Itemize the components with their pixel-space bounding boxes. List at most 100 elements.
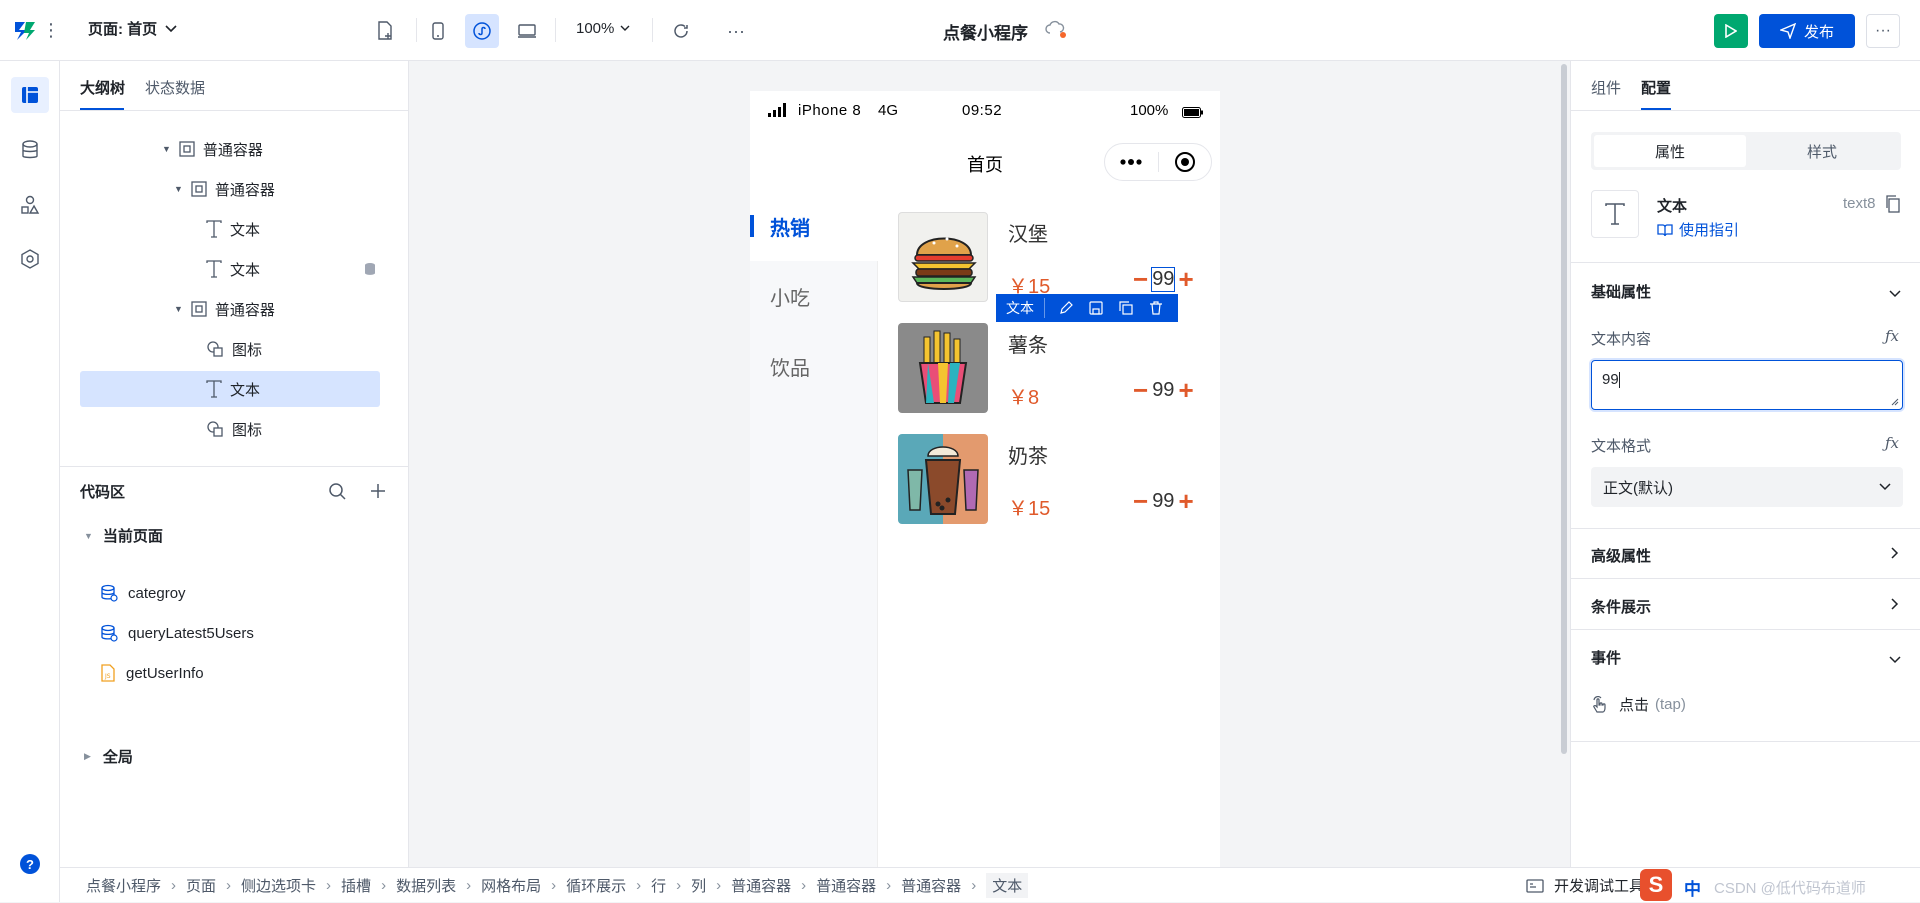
- divider: [416, 18, 417, 42]
- side-menu: 热销 小吃 饮品: [750, 191, 878, 867]
- publish-button[interactable]: 发布: [1759, 14, 1855, 48]
- breadcrumb-item[interactable]: 网格布局: [481, 875, 541, 896]
- page-selector[interactable]: 页面: 首页: [88, 18, 177, 39]
- more-options-button[interactable]: ···: [1866, 14, 1900, 48]
- breadcrumb-item[interactable]: 插槽: [341, 875, 371, 896]
- chevron-down-icon[interactable]: [1889, 285, 1901, 302]
- basic-props-title[interactable]: 基础属性: [1591, 281, 1651, 302]
- mobile-view-icon[interactable]: [422, 16, 454, 46]
- quantity-value[interactable]: 99: [1152, 490, 1174, 513]
- chevron-down-icon[interactable]: [1889, 651, 1901, 668]
- outline-panel: 大纲树 状态数据 ▼ 普通容器 ▼ 普通容器 文本 文本 ▼ 普通容器 图标 文本 图标 代码区 ▼…: [60, 61, 409, 867]
- breadcrumb-item[interactable]: 页面: [186, 875, 216, 896]
- breadcrumb-item[interactable]: 循环展示: [566, 875, 626, 896]
- delete-icon[interactable]: [1149, 301, 1163, 315]
- preview-button[interactable]: [1714, 14, 1748, 48]
- text-format-select[interactable]: 正文(默认): [1591, 467, 1903, 507]
- help-icon[interactable]: ?: [20, 854, 40, 874]
- event-sub: (tap): [1655, 696, 1686, 713]
- minus-icon[interactable]: −: [1133, 488, 1148, 514]
- code-item[interactable]: JS getUserInfo: [100, 655, 400, 691]
- code-item-label: getUserInfo: [126, 664, 204, 682]
- plus-icon[interactable]: +: [1178, 377, 1193, 403]
- code-item[interactable]: categroy: [100, 575, 400, 611]
- database-query-icon: [100, 624, 118, 642]
- refresh-icon[interactable]: [665, 16, 697, 46]
- tab-config[interactable]: 配置: [1641, 77, 1671, 98]
- canvas-scrollbar[interactable]: [1561, 64, 1567, 754]
- tab-components[interactable]: 组件: [1591, 77, 1621, 98]
- guide-link[interactable]: 使用指引: [1657, 219, 1739, 240]
- desktop-view-icon[interactable]: [510, 16, 544, 46]
- text-content-input[interactable]: 99: [1591, 360, 1903, 410]
- text-content-value: 99: [1602, 371, 1619, 388]
- outline-icon[interactable]: [11, 77, 49, 113]
- global-group[interactable]: ▶ 全局: [84, 746, 133, 767]
- breadcrumb-item[interactable]: 普通容器: [901, 875, 961, 896]
- components-icon[interactable]: [11, 187, 49, 223]
- code-item-label: categroy: [128, 584, 186, 602]
- menu-item-snack[interactable]: 小吃: [750, 261, 878, 331]
- ime-logo[interactable]: S: [1640, 869, 1672, 901]
- capsule-button[interactable]: [1104, 143, 1212, 181]
- devtools-button[interactable]: 开发调试工具: [1526, 868, 1644, 903]
- breadcrumb-item[interactable]: 普通容器: [816, 875, 876, 896]
- cloud-sync-icon[interactable]: [1045, 20, 1067, 42]
- segment-style[interactable]: 样式: [1746, 135, 1898, 167]
- resize-handle-icon[interactable]: [1891, 398, 1899, 406]
- add-page-icon[interactable]: [370, 16, 400, 46]
- quantity-value[interactable]: 99: [1151, 266, 1176, 292]
- breadcrumb-item[interactable]: 行: [651, 875, 666, 896]
- breadcrumb-item[interactable]: 普通容器: [731, 875, 791, 896]
- edit-icon[interactable]: [1059, 301, 1073, 315]
- plus-icon[interactable]: +: [1178, 266, 1193, 292]
- menu-item-drink[interactable]: 饮品: [750, 331, 878, 401]
- component-type-icon: [1591, 190, 1639, 238]
- app-menu-dots[interactable]: ⋮: [42, 18, 60, 42]
- chevron-right-icon[interactable]: [1891, 597, 1899, 614]
- food-item[interactable]: 薯条 ￥8 − 99 +: [898, 323, 1218, 433]
- app-logo[interactable]: [12, 16, 44, 44]
- minus-icon[interactable]: −: [1133, 266, 1148, 292]
- copy-icon[interactable]: [1119, 301, 1133, 315]
- copy-id-icon[interactable]: [1885, 195, 1901, 217]
- book-icon: [1657, 223, 1673, 237]
- breadcrumb-separator-icon: ›: [801, 877, 807, 894]
- breadcrumb-item[interactable]: 点餐小程序: [86, 875, 161, 896]
- save-icon[interactable]: [1089, 301, 1103, 315]
- breadcrumb-item[interactable]: 列: [691, 875, 706, 896]
- database-icon[interactable]: [11, 132, 49, 168]
- minus-icon[interactable]: −: [1133, 377, 1148, 403]
- breadcrumb-item[interactable]: 侧边选项卡: [241, 875, 316, 896]
- fx-icon[interactable]: ƒx: [1885, 434, 1899, 452]
- chevron-right-icon[interactable]: [1891, 546, 1899, 563]
- divider: [1571, 741, 1920, 742]
- plus-icon[interactable]: +: [1178, 488, 1193, 514]
- network-label: 4G: [878, 102, 899, 119]
- fx-icon[interactable]: ƒx: [1885, 327, 1899, 345]
- segment-props[interactable]: 属性: [1594, 135, 1746, 167]
- breadcrumb-separator-icon: ›: [551, 877, 557, 894]
- event-tap-item[interactable]: 点击 (tap): [1591, 694, 1686, 715]
- menu-item-label: 饮品: [770, 357, 810, 380]
- advanced-props-title[interactable]: 高级属性: [1591, 545, 1651, 566]
- quantity-value[interactable]: 99: [1152, 379, 1174, 402]
- food-item[interactable]: 奶茶 ￥15 − 99 +: [898, 434, 1218, 544]
- menu-item-hot[interactable]: 热销: [750, 191, 878, 261]
- condition-display-title[interactable]: 条件展示: [1591, 596, 1651, 617]
- breadcrumb-item-current[interactable]: 文本: [986, 873, 1029, 898]
- code-item[interactable]: queryLatest5Users: [100, 615, 400, 651]
- close-target-icon[interactable]: [1158, 151, 1211, 173]
- zoom-selector[interactable]: 100%: [576, 20, 630, 37]
- publish-label: 发布: [1803, 23, 1834, 41]
- events-title[interactable]: 事件: [1591, 647, 1621, 668]
- miniprogram-view-icon[interactable]: [465, 14, 499, 48]
- settings-icon[interactable]: [11, 241, 49, 277]
- more-icon[interactable]: ···: [720, 16, 752, 46]
- more-dots-icon[interactable]: [1105, 159, 1158, 165]
- breadcrumb-item[interactable]: 数据列表: [396, 875, 456, 896]
- ime-mode-label[interactable]: 中: [1684, 875, 1701, 900]
- js-file-icon: JS: [100, 664, 116, 682]
- top-bar: ⋮ 页面: 首页 100% ··· 点餐小程序 发布 ···: [0, 0, 1920, 61]
- segment-control: 属性 样式: [1591, 132, 1901, 170]
